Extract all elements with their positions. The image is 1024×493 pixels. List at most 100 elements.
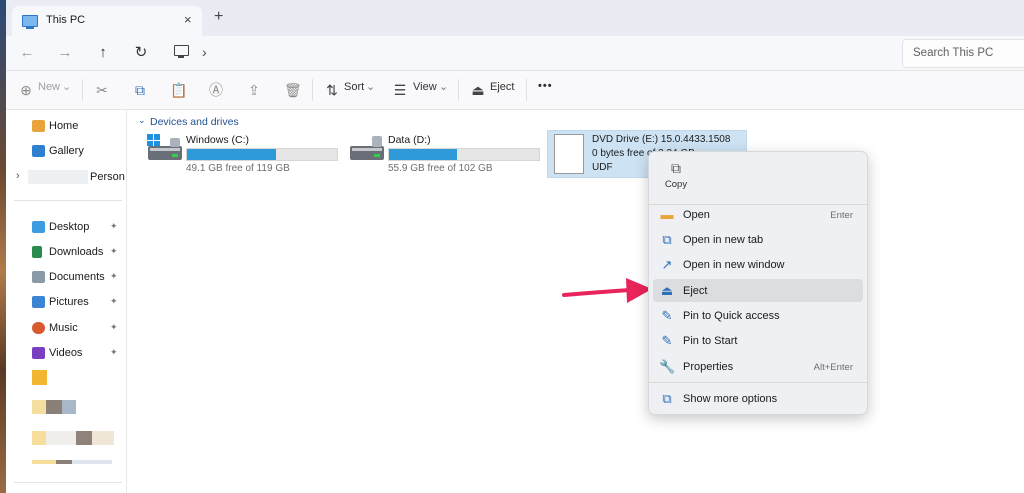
sidebar-item-label: Gallery	[49, 145, 84, 157]
up-icon[interactable]: ↑	[92, 42, 114, 64]
copy-icon[interactable]: ⧉	[132, 82, 148, 98]
sidebar-item-label: Pictures	[49, 296, 89, 308]
sidebar-item-label: Documents	[49, 271, 105, 283]
blurred-folder-item	[46, 400, 62, 414]
sidebar-divider	[14, 200, 122, 201]
blurred-folder-item	[92, 431, 114, 445]
menu-item-eject[interactable]: ⏏ Eject	[653, 279, 863, 302]
new-tab-button[interactable]: +	[214, 9, 223, 25]
data-drive-icon	[350, 136, 384, 160]
blurred-folder-item[interactable]	[32, 431, 46, 445]
paste-icon[interactable]: 📋	[170, 82, 187, 98]
new-button[interactable]: New	[38, 81, 60, 93]
drive-usage-bar	[186, 148, 338, 161]
drive-item-windows[interactable]: Windows (C:) 49.1 GB free of 119 GB	[146, 132, 346, 180]
sidebar-item-label: Person	[90, 171, 125, 183]
view-button[interactable]: View	[413, 81, 437, 93]
tab-title: This PC	[46, 14, 86, 26]
sidebar-item-label: Home	[49, 120, 79, 132]
menu-item-show-more-options[interactable]: ⧉ Show more options	[653, 387, 863, 410]
pin-icon: ✦	[110, 347, 118, 357]
more-options-button[interactable]: •••	[538, 80, 553, 92]
pin-icon: ✦	[110, 296, 118, 306]
group-collapse-icon[interactable]: ⌄	[138, 115, 146, 126]
command-bar: ⊕ New ⌄ ✂ ⧉ 📋 Ⓐ ⇪ 🗑 ⇅ Sort ⌄ ☰ View ⌄ ⏏ …	[6, 71, 1024, 110]
menu-item-label: Open in new window	[683, 259, 785, 271]
new-dropdown-icon: ⌄	[62, 81, 72, 93]
menu-item-shortcut: Enter	[830, 210, 853, 221]
sidebar-item-label: Videos	[49, 347, 83, 359]
menu-item-open[interactable]: ▬ Open Enter	[653, 203, 863, 226]
toolbar-divider	[526, 79, 527, 101]
blurred-folder-icon[interactable]	[32, 370, 47, 385]
copy-label: Copy	[664, 179, 688, 190]
blurred-folder-item	[76, 431, 92, 445]
sidebar-item-label: Downloads	[49, 246, 104, 258]
address-pc-icon[interactable]	[174, 45, 189, 58]
copy-button[interactable]: ⧉ Copy	[659, 160, 693, 198]
drive-usage-fill	[187, 149, 276, 160]
sort-icon: ⇅	[326, 82, 338, 98]
more-options-icon: ⧉	[662, 391, 672, 406]
gallery-icon	[32, 145, 45, 157]
dvd-file-icon	[554, 134, 584, 174]
menu-item-properties[interactable]: 🔧 Properties Alt+Enter	[653, 355, 863, 378]
context-menu: ⧉ Copy ▬ Open Enter ⧉ Open in new tab ↗ …	[648, 151, 868, 415]
blurred-folder-item[interactable]	[32, 400, 46, 414]
group-header[interactable]: Devices and drives	[150, 116, 239, 128]
sort-button[interactable]: Sort	[344, 81, 364, 93]
folder-open-icon: ▬	[660, 207, 674, 222]
file-explorer-window: This PC × + ← → ↑ ↻ › Search This PC ⊕ N…	[6, 0, 1024, 493]
blurred-folder-item	[32, 460, 112, 464]
pin-icon: ✦	[110, 271, 118, 281]
drive-item-data[interactable]: Data (D:) 55.9 GB free of 102 GB	[348, 132, 548, 180]
new-tab-icon: ⧉	[662, 232, 672, 247]
drive-usage-fill	[389, 149, 457, 160]
close-tab-icon[interactable]: ×	[184, 12, 192, 27]
drive-name: Windows (C:)	[186, 134, 250, 146]
menu-divider	[649, 382, 867, 383]
home-icon	[32, 120, 45, 132]
rename-icon[interactable]: Ⓐ	[208, 82, 224, 98]
share-icon[interactable]: ⇪	[246, 82, 262, 98]
cut-icon[interactable]: ✂	[94, 82, 110, 98]
view-dropdown-icon: ⌄	[439, 81, 449, 93]
tab-bar: This PC × +	[6, 0, 1024, 36]
pictures-icon	[32, 296, 45, 308]
desktop-icon	[32, 221, 45, 233]
menu-item-pin-start[interactable]: ✎ Pin to Start	[653, 329, 863, 352]
pin-icon: ✦	[110, 322, 118, 332]
music-icon	[32, 322, 45, 334]
menu-item-label: Show more options	[683, 393, 778, 405]
tab-this-pc[interactable]: This PC ×	[12, 6, 202, 36]
back-icon[interactable]: ←	[16, 42, 38, 64]
drive-usage-bar	[388, 148, 540, 161]
expand-chevron-icon[interactable]: ›	[16, 170, 20, 182]
drive-free-space: 55.9 GB free of 102 GB	[388, 163, 493, 174]
delete-icon[interactable]: 🗑	[284, 82, 302, 98]
menu-item-open-new-tab[interactable]: ⧉ Open in new tab	[653, 228, 863, 251]
this-pc-icon	[22, 15, 38, 29]
search-box[interactable]: Search This PC	[902, 39, 1024, 68]
eject-icon: ⏏	[660, 283, 674, 298]
menu-item-shortcut: Alt+Enter	[813, 362, 853, 373]
menu-item-label: Open	[683, 209, 710, 221]
breadcrumb-chevron-icon[interactable]: ›	[202, 44, 207, 60]
blurred-folder-item	[62, 400, 76, 414]
drive-free-space: 49.1 GB free of 119 GB	[186, 163, 290, 174]
eject-button[interactable]: Eject	[490, 81, 514, 93]
menu-item-open-new-window[interactable]: ↗ Open in new window	[653, 253, 863, 276]
wrench-icon: 🔧	[659, 359, 676, 374]
new-icon: ⊕	[20, 82, 32, 98]
pin-start-icon: ✎	[661, 333, 673, 348]
view-icon: ☰	[393, 82, 407, 98]
drive-name: Data (D:)	[388, 134, 431, 146]
toolbar-divider	[82, 79, 83, 101]
blurred-folder-item	[46, 431, 76, 445]
forward-icon[interactable]: →	[54, 42, 76, 64]
search-input[interactable]: Search This PC	[913, 47, 993, 59]
toolbar-divider	[458, 79, 459, 101]
refresh-icon[interactable]: ↻	[130, 42, 152, 64]
menu-item-label: Pin to Quick access	[683, 310, 780, 322]
menu-item-pin-quick-access[interactable]: ✎ Pin to Quick access	[653, 304, 863, 327]
